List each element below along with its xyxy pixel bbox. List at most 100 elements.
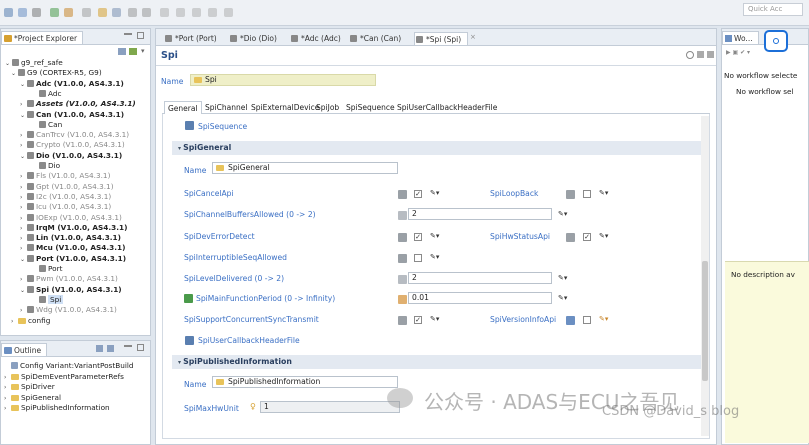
collapse-arrow-icon[interactable]: ›: [11, 317, 18, 327]
outline-item[interactable]: › SpiDemEventParameterRefs: [4, 372, 124, 382]
hw-status-api-options-icon[interactable]: ✎▾: [599, 232, 608, 240]
tree-item[interactable]: › Crypto (V1.0.0, AS4.3.1): [20, 140, 125, 150]
toggle-icon[interactable]: [208, 8, 217, 17]
expand-arrow-icon[interactable]: ⌄: [20, 286, 27, 296]
history-icon[interactable]: [160, 8, 169, 17]
published-information-section-header[interactable]: ▾ SpiPublishedInformation: [172, 355, 701, 369]
tree-item[interactable]: › Fls (V1.0.0, AS4.3.1): [20, 171, 110, 181]
editor-subtab[interactable]: SpiUserCallbackHeaderFile: [397, 101, 497, 114]
outline-maximize-icon[interactable]: [137, 344, 144, 351]
scrollbar-thumb[interactable]: [702, 261, 708, 381]
build-icon[interactable]: [32, 8, 41, 17]
editor-subtab[interactable]: SpiJob: [316, 101, 339, 114]
editor-subtab[interactable]: General: [164, 101, 202, 114]
hw-status-api-checkbox[interactable]: ✓: [583, 233, 591, 241]
save-icon[interactable]: [18, 8, 27, 17]
tree-item[interactable]: ⌄ G9 (CORTEX-R5, G9): [11, 68, 102, 78]
forward-icon[interactable]: [142, 8, 151, 17]
tab-workflow[interactable]: Wo...: [722, 31, 759, 44]
search-icon[interactable]: [82, 8, 91, 17]
pin-icon[interactable]: [192, 8, 201, 17]
editor-subtab[interactable]: SpiChannel: [205, 101, 247, 114]
collapse-arrow-icon[interactable]: ›: [4, 394, 11, 404]
settings-icon[interactable]: [707, 51, 714, 58]
tree-item[interactable]: Dio: [32, 161, 60, 171]
channel-buffers-options-icon[interactable]: ✎▾: [558, 210, 567, 218]
interruptible-seq-options-icon[interactable]: ✎▾: [430, 253, 439, 261]
sort-icon[interactable]: [96, 345, 103, 352]
cancel-api-options-icon[interactable]: ✎▾: [430, 189, 439, 197]
collapse-arrow-icon[interactable]: ›: [4, 404, 11, 414]
new-icon[interactable]: [4, 8, 13, 17]
collapse-arrow-icon[interactable]: ›: [4, 373, 11, 383]
tree-item[interactable]: › Icu (V1.0.0, AS4.3.1): [20, 202, 111, 212]
tree-item[interactable]: › Pwm (V1.0.0, AS4.3.1): [20, 274, 118, 284]
spi-name-input[interactable]: Spi: [190, 74, 376, 86]
spi-sequence-link[interactable]: SpiSequence: [198, 122, 247, 131]
tree-item[interactable]: ⌄ Port (V1.0.0, AS4.3.1): [20, 254, 126, 264]
debug-icon[interactable]: [64, 8, 73, 17]
tree-item[interactable]: › IOExp (V1.0.0, AS4.3.1): [20, 213, 122, 223]
expand-arrow-icon[interactable]: ⌄: [11, 69, 18, 79]
level-delivered-input[interactable]: 2: [408, 272, 552, 284]
tree-item[interactable]: Port: [32, 264, 62, 274]
version-info-api-checkbox[interactable]: [583, 316, 591, 324]
expand-arrow-icon[interactable]: ⌄: [20, 111, 27, 121]
back-icon[interactable]: [128, 8, 137, 17]
editor-tab[interactable]: *Spi (Spi): [414, 32, 469, 45]
tab-project-explorer[interactable]: *Project Explorer: [1, 31, 84, 44]
user-callback-header-link[interactable]: SpiUserCallbackHeaderFile: [198, 336, 300, 345]
support-concurrent-options-icon[interactable]: ✎▾: [430, 315, 439, 323]
interruptible-seq-checkbox[interactable]: [414, 254, 422, 262]
tree-item[interactable]: ⌄ Dio (V1.0.0, AS4.3.1): [20, 151, 122, 161]
tree-item[interactable]: › Wdg (V1.0.0, AS4.3.1): [20, 305, 117, 315]
open-folder-icon[interactable]: [98, 8, 107, 17]
tree-item[interactable]: › CanTrcv (V1.0.0, AS4.3.1): [20, 130, 129, 140]
tree-item[interactable]: › I2c (V1.0.0, AS4.3.1): [20, 192, 111, 202]
loop-back-checkbox[interactable]: [583, 190, 591, 198]
tree-item[interactable]: Spi: [32, 294, 64, 305]
info-icon[interactable]: [686, 51, 694, 59]
outline-item[interactable]: › SpiGeneral: [4, 393, 61, 403]
minimize-icon[interactable]: [124, 33, 132, 35]
editor-tab[interactable]: *Adc (Adc): [290, 32, 341, 45]
maximize-icon[interactable]: [137, 32, 144, 39]
tree-item[interactable]: ⌄ Adc (V1.0.0, AS4.3.1): [20, 79, 124, 89]
home-icon[interactable]: [697, 51, 704, 58]
expand-arrow-icon[interactable]: ⌄: [20, 152, 27, 162]
dev-error-detect-checkbox[interactable]: ✓: [414, 233, 422, 241]
tree-item[interactable]: ⌄ Can (V1.0.0, AS4.3.1): [20, 110, 124, 120]
general-name-input[interactable]: SpiGeneral: [212, 162, 398, 174]
editor-scrollbar[interactable]: [701, 116, 709, 436]
tree-item[interactable]: Adc: [32, 89, 62, 99]
tree-item[interactable]: › Lin (V1.0.0, AS4.3.1): [20, 233, 121, 243]
tree-item[interactable]: › Gpt (V1.0.0, AS4.3.1): [20, 182, 114, 192]
cancel-api-checkbox[interactable]: ✓: [414, 190, 422, 198]
level-delivered-options-icon[interactable]: ✎▾: [558, 274, 567, 282]
expand-arrow-icon[interactable]: ⌄: [20, 80, 27, 90]
tree-item[interactable]: › Assets (V1.0.0, AS4.3.1): [20, 99, 136, 109]
loop-back-options-icon[interactable]: ✎▾: [599, 189, 608, 197]
editor-subtab[interactable]: SpiExternalDevice: [251, 101, 319, 114]
filter-outline-icon[interactable]: [107, 345, 114, 352]
outline-item[interactable]: › SpiDriver: [4, 382, 55, 392]
collapse-arrow-icon[interactable]: ›: [4, 383, 11, 393]
published-name-input[interactable]: SpiPublishedInformation: [212, 376, 398, 388]
editor-tab[interactable]: *Can (Can): [349, 32, 401, 45]
editor-tab[interactable]: *Port (Port): [164, 32, 217, 45]
spi-general-section-header[interactable]: ▾ SpiGeneral: [172, 141, 701, 155]
link-editor-icon[interactable]: [129, 48, 137, 55]
tree-item[interactable]: Can: [32, 120, 62, 130]
tab-outline[interactable]: Outline: [1, 343, 48, 356]
refresh-icon[interactable]: [176, 8, 185, 17]
outline-minimize-icon[interactable]: [124, 345, 132, 347]
scan-overlay-icon[interactable]: [764, 30, 788, 52]
collapse-all-icon[interactable]: [118, 48, 126, 55]
dev-error-detect-options-icon[interactable]: ✎▾: [430, 232, 439, 240]
editor-tab[interactable]: *Dio (Dio): [229, 32, 277, 45]
tree-item[interactable]: › config: [11, 316, 50, 326]
version-info-api-options-icon[interactable]: ✎▾: [599, 315, 608, 323]
close-icon[interactable]: ×: [470, 33, 476, 41]
run-icon[interactable]: [50, 8, 59, 17]
quick-access-input[interactable]: Quick Acc: [743, 3, 803, 16]
